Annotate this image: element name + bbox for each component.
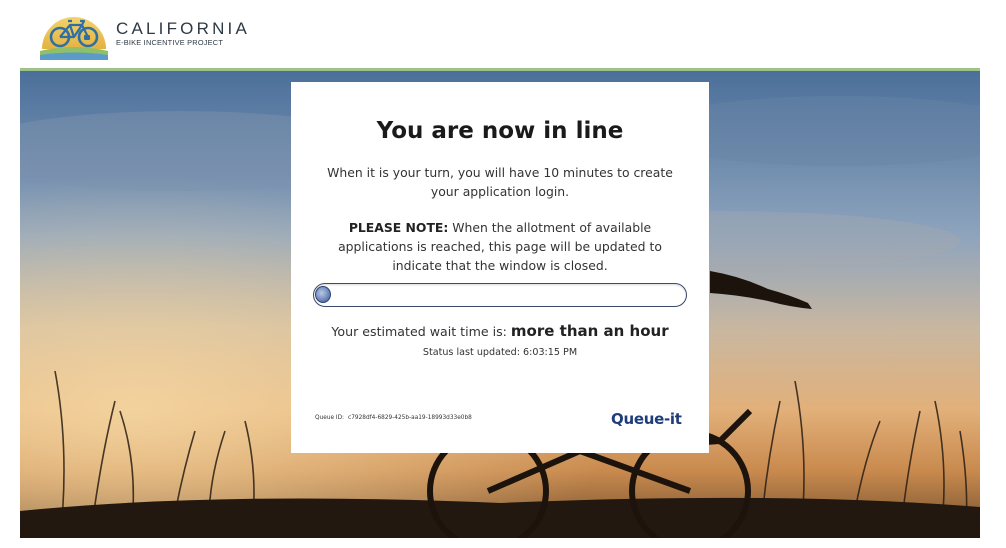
progress-indicator-icon: [315, 286, 331, 303]
logo-title: CALIFORNIA: [116, 18, 251, 38]
queue-id: Queue ID: c7928df4-6829-425b-aa19-18993d3…: [315, 415, 472, 421]
wait-time: Your estimated wait time is: more than a…: [291, 322, 709, 340]
queue-progress-bar: [313, 283, 687, 307]
logo-subtitle: E-BIKE INCENTIVE PROJECT: [116, 37, 224, 47]
page-title: You are now in line: [376, 118, 624, 144]
intro-text: When it is your turn, you will have 10 m…: [327, 165, 673, 199]
site-header: CALIFORNIA E-BIKE INCENTIVE PROJECT: [0, 0, 1006, 68]
queue-it-logo[interactable]: Queue-it: [611, 410, 682, 428]
queue-id-label: Queue ID:: [315, 415, 345, 421]
california-ebike-logo[interactable]: CALIFORNIA E-BIKE INCENTIVE PROJECT: [38, 4, 278, 62]
status-updated: Status last updated: 6:03:15 PM: [291, 347, 709, 358]
status-label: Status last updated:: [422, 347, 524, 358]
queue-card: You are now in line When it is your turn…: [291, 82, 709, 453]
wait-value: more than an hour: [510, 322, 669, 340]
bicycle-sun-icon: [40, 17, 108, 60]
status-time: 6:03:15 PM: [523, 347, 578, 358]
wait-label: Your estimated wait time is:: [331, 324, 511, 339]
queue-id-value: c7928df4-6829-425b-aa19-18993d33e0b8: [348, 415, 472, 421]
note-text: PLEASE NOTE: When the allotment of avail…: [313, 218, 687, 275]
note-label: PLEASE NOTE:: [348, 220, 449, 235]
